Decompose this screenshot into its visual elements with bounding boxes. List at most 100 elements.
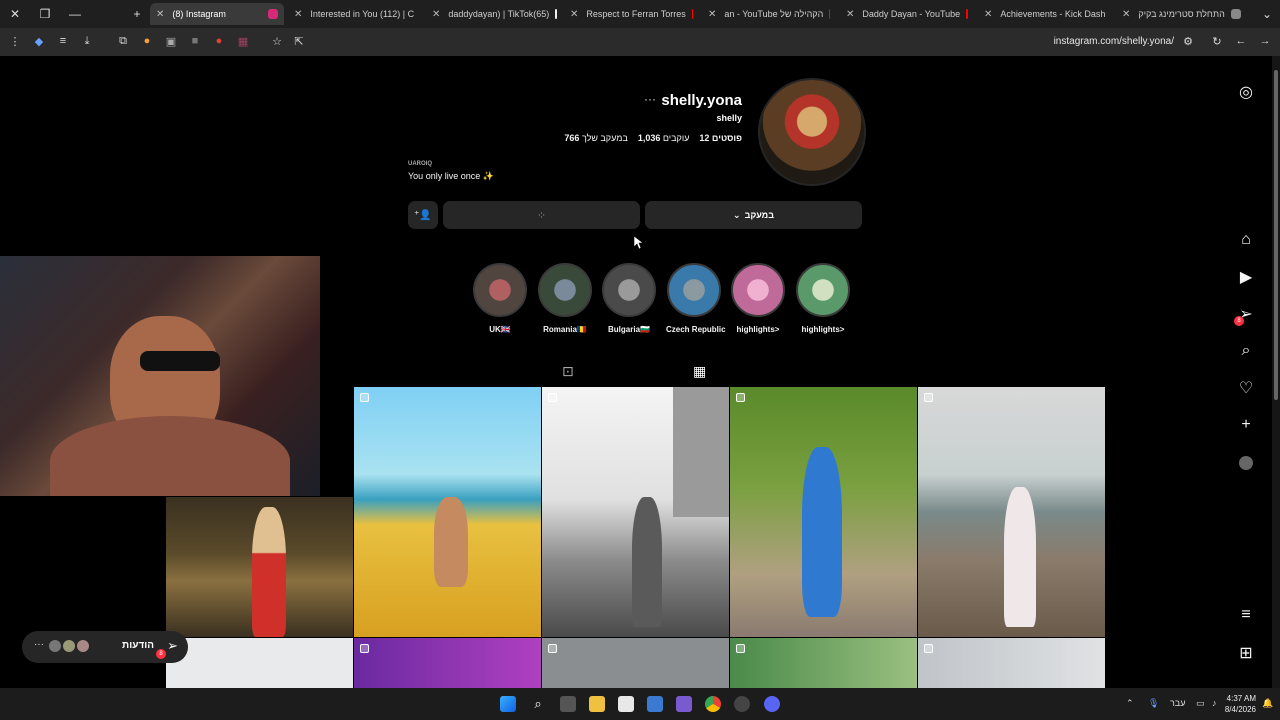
close-tab-icon[interactable]: ✕ (432, 9, 440, 20)
post-thumbnail[interactable] (918, 638, 1105, 688)
photos-icon[interactable] (647, 696, 663, 712)
close-tab-icon[interactable]: ✕ (984, 9, 992, 20)
youtube-favicon-icon (966, 9, 968, 19)
microphone-icon[interactable]: 🎙 (1148, 698, 1159, 709)
notification-center-icon[interactable]: 🔔 (1262, 698, 1273, 709)
system-clock[interactable]: 4:37 AM 8/4/2026 (1225, 693, 1256, 715)
restore-window-icon[interactable]: ❐ (30, 0, 60, 28)
profile-avatar[interactable] (758, 78, 866, 186)
notifications-heart-icon[interactable]: ♡ (1236, 378, 1256, 398)
post-thumbnail[interactable] (918, 387, 1105, 637)
reload-icon[interactable]: ↻ (1210, 34, 1224, 48)
tab-youtube-daddy[interactable]: ✕ Daddy Dayan - YouTube (840, 3, 974, 25)
close-tab-icon[interactable]: ✕ (570, 9, 578, 20)
chrome-icon[interactable] (705, 696, 721, 712)
network-icon[interactable]: ▭ (1196, 698, 1205, 709)
menu-dots-icon[interactable]: ⋮ (8, 34, 22, 48)
highlight-item[interactable]: Czech Republic (666, 263, 726, 334)
close-tab-icon[interactable]: ✕ (1122, 9, 1130, 20)
close-tab-icon[interactable]: ✕ (708, 9, 716, 20)
highlight-cover (667, 263, 721, 317)
carousel-icon (548, 393, 557, 402)
also-from-meta-icon[interactable]: ⊞ (1236, 643, 1256, 663)
highlight-item[interactable]: UK🇬🇧 (472, 263, 528, 334)
more-menu-icon[interactable]: ≡ (1236, 605, 1256, 625)
tab-search-icon[interactable]: ⌄ (1252, 0, 1280, 28)
instagram-favicon-icon (268, 9, 278, 19)
close-tab-icon[interactable]: ✕ (156, 9, 164, 20)
tab-instagram[interactable]: ✕ (8) Instagram (150, 3, 284, 25)
obs-icon[interactable] (734, 696, 750, 712)
create-plus-icon[interactable]: + (1236, 415, 1256, 435)
highlight-item[interactable]: Bulgaria🇧🇬 (601, 263, 657, 334)
tab-kick-achievements[interactable]: ✕ Achievements - Kick Dash (978, 3, 1112, 25)
volume-icon[interactable]: ♪ (1212, 698, 1217, 708)
site-settings-icon[interactable]: ⚙ (1181, 34, 1195, 48)
post-thumbnail[interactable] (354, 387, 541, 637)
tab-tiktok[interactable]: ✕ daddydayan) | TikTok(65) (426, 3, 560, 25)
suggested-users-button[interactable]: ⁺👤 (408, 201, 438, 229)
post-thumbnail[interactable] (730, 387, 917, 637)
followers-stat[interactable]: 1,036 עוקבים (638, 133, 690, 143)
messages-drawer-button[interactable]: ··· הודעות ➢ 8 (22, 631, 188, 663)
extension-icon[interactable]: ◆ (32, 34, 46, 48)
share-icon[interactable]: ⇱ (292, 34, 306, 48)
forward-icon[interactable]: → (1258, 34, 1272, 48)
extension-icon[interactable]: ■ (188, 34, 202, 48)
new-tab-icon[interactable]: + (122, 0, 152, 28)
post-thumbnail[interactable] (542, 638, 729, 688)
highlight-item[interactable]: highlights> (730, 263, 786, 334)
post-thumbnail[interactable] (166, 497, 353, 637)
address-bar[interactable]: instagram.com/shelly.yona/ (1054, 36, 1174, 47)
discord-icon[interactable] (764, 696, 780, 712)
minimize-window-icon[interactable]: — (60, 0, 90, 28)
reading-list-icon[interactable]: ≡ (56, 34, 70, 48)
back-icon[interactable]: ← (1234, 34, 1248, 48)
close-tab-icon[interactable]: ✕ (294, 9, 302, 20)
highlight-item[interactable]: highlights> (795, 263, 851, 334)
extension-icon[interactable]: ● (212, 34, 226, 48)
post-thumbnail[interactable] (354, 638, 541, 688)
post-thumbnail[interactable] (730, 638, 917, 688)
tab-kick-streaming[interactable]: ✕ התחלת סטרימינג בקיק (1116, 3, 1250, 25)
close-tab-icon[interactable]: ✕ (846, 9, 854, 20)
following-stat[interactable]: 766 במעקב שלך (564, 133, 627, 143)
app-icon[interactable] (676, 696, 692, 712)
profile-avatar-icon[interactable] (1236, 453, 1256, 473)
bio-category: UAROIQ (408, 161, 432, 167)
more-options-icon[interactable]: ··· (644, 92, 656, 106)
extension-icon[interactable]: ▦ (236, 34, 250, 48)
task-view-icon[interactable] (560, 696, 576, 712)
instagram-page: ◎ ⌂ ▶ ➢ 8 ⌕ ♡ + ≡ ⊞ ··· shelly.yona shel… (0, 56, 1272, 688)
store-icon[interactable] (618, 696, 634, 712)
highlight-item[interactable]: Romania🇷🇴 (537, 263, 593, 334)
post-thumbnail[interactable] (542, 387, 729, 637)
instagram-logo-icon[interactable]: ◎ (1236, 82, 1256, 102)
tab-posts-grid-icon[interactable]: ▦ (693, 363, 706, 380)
following-button[interactable]: ⌄ במעקב (645, 201, 862, 229)
input-language[interactable]: עבר (1170, 698, 1185, 708)
tray-chevron-icon[interactable]: ⌃ (1126, 698, 1134, 709)
page-scrollbar[interactable] (1272, 56, 1280, 688)
close-window-icon[interactable]: ✕ (0, 0, 30, 28)
tab-youtube-community[interactable]: ✕ an - YouTube הקהילה של (702, 3, 836, 25)
tab-interested[interactable]: ✕ Interested in You (112) | C (288, 3, 422, 25)
reels-icon[interactable]: ▶ (1236, 267, 1256, 287)
carousel-icon (360, 393, 369, 402)
extension-icon[interactable]: ● (140, 34, 154, 48)
message-button[interactable]: ⁘ (443, 201, 640, 229)
taskbar-search-icon[interactable]: ⌕ (530, 696, 546, 712)
tab-youtube-ferran[interactable]: ✕ Respect to Ferran Torres (564, 3, 698, 25)
home-icon[interactable]: ⌂ (1236, 230, 1256, 250)
tab-tagged-icon[interactable]: ⊡ (562, 363, 574, 380)
file-explorer-icon[interactable] (589, 696, 605, 712)
download-icon[interactable]: ⤓ (80, 34, 94, 48)
windows-start-icon[interactable] (500, 696, 516, 712)
scrollbar-thumb[interactable] (1274, 70, 1278, 400)
bookmark-star-icon[interactable]: ☆ (270, 34, 284, 48)
post-thumbnail[interactable] (166, 638, 353, 688)
puzzle-extensions-icon[interactable]: ⧉ (116, 34, 130, 48)
extension-icon[interactable]: ▣ (164, 34, 178, 48)
search-icon[interactable]: ⌕ (1236, 341, 1256, 361)
windows-taskbar: ⌕ ⌃ 🎙 עבר ▭ ♪ 4:37 AM 8/4/2026 🔔 (0, 688, 1280, 720)
